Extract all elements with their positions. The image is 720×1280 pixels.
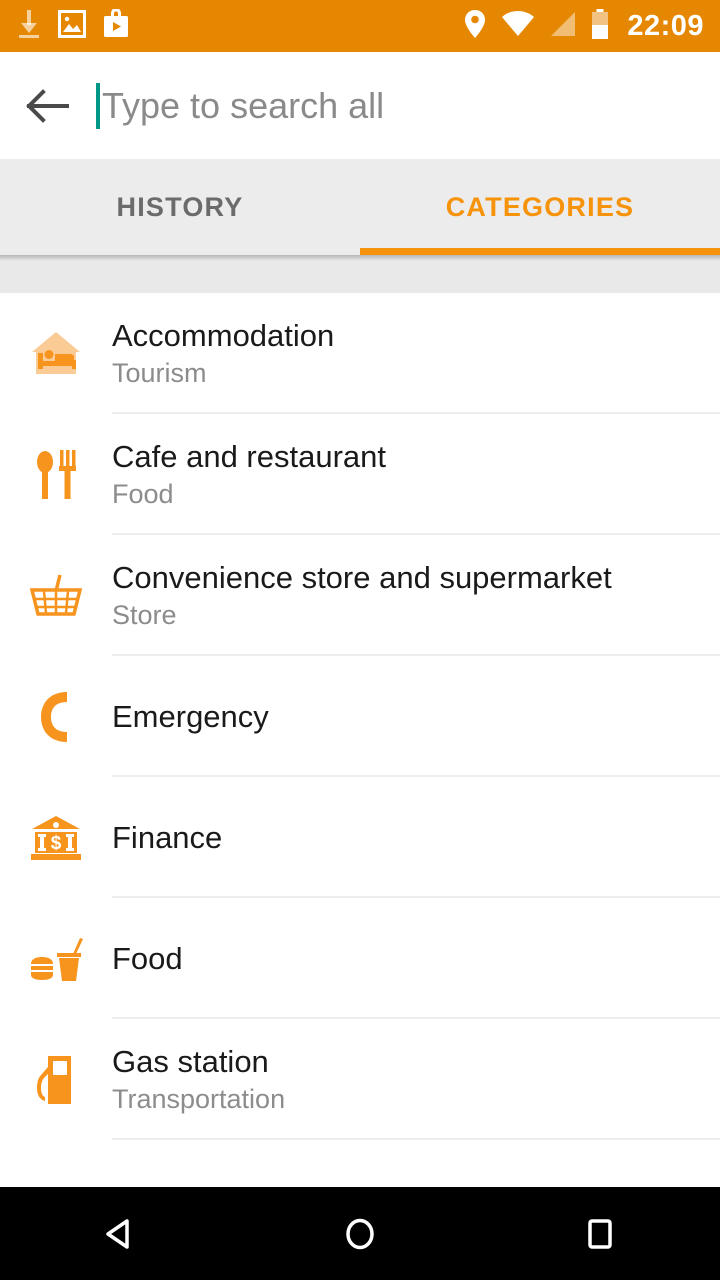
burger-drink-icon <box>0 898 112 1019</box>
list-item-subtitle: Transportation <box>112 1083 286 1114</box>
list-item-title: Cafe and restaurant <box>112 439 387 475</box>
wifi-icon <box>501 10 535 42</box>
list-item[interactable]: Accommodation Tourism <box>0 293 720 414</box>
list-item[interactable]: $ Finance <box>0 777 720 898</box>
svg-text:$: $ <box>51 833 62 854</box>
list-item-text: Gas station Transportation <box>112 1043 720 1116</box>
list-item-text: Cafe and restaurant Food <box>112 438 720 511</box>
categories-list[interactable]: Accommodation Tourism Cafe and restauran… <box>0 293 720 1187</box>
search-bar: Type to search all <box>0 52 720 159</box>
list-item[interactable]: Convenience store and supermarket Store <box>0 535 720 656</box>
search-input[interactable]: Type to search all <box>96 52 720 159</box>
list-item-title: Gas station <box>112 1044 269 1080</box>
list-item[interactable]: Emergency <box>0 656 720 777</box>
battery-icon <box>591 8 609 44</box>
status-bar-right-icons: 22:09 <box>463 8 704 44</box>
list-divider <box>112 1138 720 1140</box>
list-item-text: Accommodation Tourism <box>112 317 720 390</box>
list-item-text: Emergency <box>112 698 720 736</box>
list-item[interactable]: Gas station Transportation <box>0 1019 720 1140</box>
cell-signal-icon <box>549 11 577 42</box>
list-item-text: Food <box>112 940 720 978</box>
list-item-title: Emergency <box>112 698 269 734</box>
cutlery-icon <box>0 414 112 535</box>
tab-history-label: HISTORY <box>116 191 244 222</box>
tab-categories-label: CATEGORIES <box>445 191 635 222</box>
location-pin-icon <box>463 9 487 44</box>
tab-bar-shadow <box>0 255 720 261</box>
back-button[interactable] <box>0 52 96 159</box>
list-item[interactable]: Food <box>0 898 720 1019</box>
phone-handset-icon <box>0 656 112 777</box>
triangle-back-icon <box>106 1218 129 1249</box>
fuel-pump-icon <box>0 1019 112 1140</box>
text-caret <box>96 82 100 129</box>
nav-back-button[interactable] <box>0 1187 240 1280</box>
status-bar: 22:09 <box>0 0 720 52</box>
list-item-subtitle: Food <box>112 478 174 509</box>
nav-home-button[interactable] <box>240 1187 480 1280</box>
search-placeholder: Type to search all <box>102 84 385 126</box>
tab-history[interactable]: HISTORY <box>0 159 360 255</box>
nav-recents-button[interactable] <box>480 1187 720 1280</box>
status-bar-clock: 22:09 <box>627 9 704 42</box>
list-item-text: Finance <box>112 819 720 857</box>
status-bar-left-icons <box>16 7 130 44</box>
play-store-icon <box>102 7 130 44</box>
square-recents-icon <box>588 1218 612 1249</box>
bank-icon: $ <box>0 777 112 898</box>
shopping-basket-icon <box>0 535 112 656</box>
list-item-subtitle: Store <box>112 599 177 630</box>
circle-home-icon <box>346 1218 374 1249</box>
bed-house-icon <box>0 293 112 414</box>
list-item-title: Accommodation <box>112 318 335 354</box>
list-item-text: Convenience store and supermarket Store <box>112 559 720 632</box>
list-item-title: Food <box>112 940 183 976</box>
list-item-title: Convenience store and supermarket <box>112 560 612 596</box>
list-item[interactable]: Cafe and restaurant Food <box>0 414 720 535</box>
list-item-subtitle: Tourism <box>112 357 207 388</box>
tab-bar: HISTORY CATEGORIES <box>0 159 720 255</box>
app-screen: 22:09 Type to search all HISTORY CATEGOR… <box>0 0 720 1280</box>
arrow-left-icon <box>26 88 69 123</box>
android-navigation-bar <box>0 1187 720 1280</box>
download-icon <box>16 9 42 43</box>
list-item-title: Finance <box>112 819 223 855</box>
tab-categories[interactable]: CATEGORIES <box>360 159 720 255</box>
image-icon <box>58 9 86 43</box>
